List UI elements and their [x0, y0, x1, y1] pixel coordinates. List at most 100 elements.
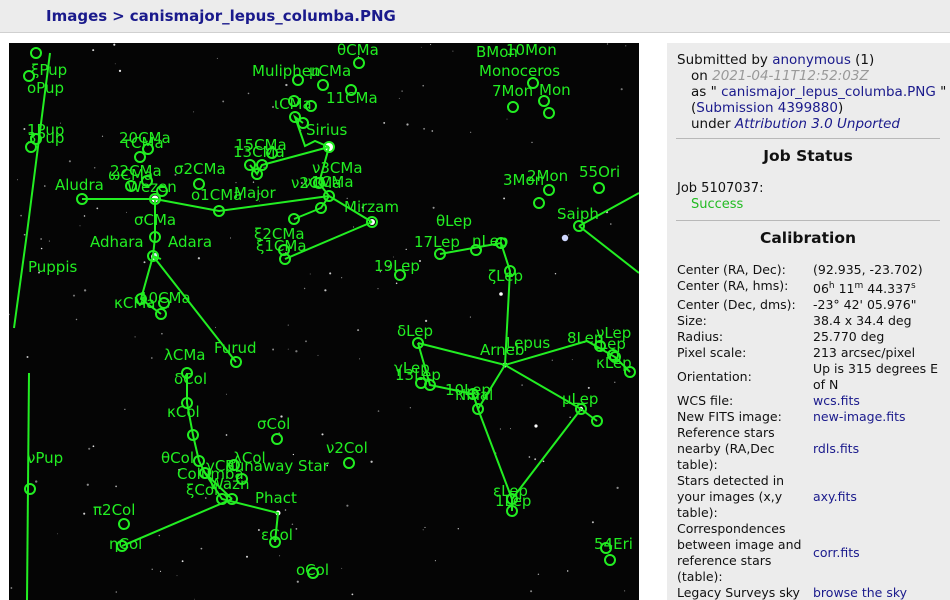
- submission-link[interactable]: Submission 4399880: [696, 100, 838, 116]
- star-label-o-pup: oPup: [27, 79, 64, 97]
- background-star: [158, 534, 161, 537]
- star-label-iota-lep: ιLep: [594, 335, 626, 353]
- background-star: [235, 182, 237, 184]
- on-label: on: [691, 68, 708, 84]
- star-label-sigma-col: σCol: [257, 415, 290, 433]
- background-star: [591, 521, 594, 524]
- breadcrumb-filename-link[interactable]: canismajor_lepus_columba.PNG: [130, 7, 396, 25]
- star-label-furud: Furud: [214, 339, 257, 357]
- file-quote-end: ": [940, 84, 947, 100]
- browse-sky-link[interactable]: browse the sky: [813, 585, 907, 600]
- background-star: [115, 591, 118, 593]
- table-row: WCS file: wcs.fits: [677, 393, 945, 409]
- new-fits-link[interactable]: new-image.fits: [813, 409, 906, 424]
- background-star: [246, 555, 248, 558]
- wcs-file-link[interactable]: wcs.fits: [813, 393, 860, 408]
- background-star: [606, 43, 609, 45]
- background-star: [510, 428, 511, 430]
- table-row: Correspondences between image and refere…: [677, 521, 945, 585]
- axy-link[interactable]: axy.fits: [813, 489, 857, 504]
- background-star: [521, 384, 523, 386]
- star-label-omicron-col: oCol: [296, 561, 329, 579]
- background-star: [287, 324, 289, 326]
- background-star: [92, 49, 95, 52]
- breadcrumb: Images > canismajor_lepus_columba.PNG: [46, 7, 396, 25]
- background-star: [551, 359, 553, 361]
- background-star: [143, 261, 146, 264]
- radius-value: 25.770 deg: [813, 329, 885, 345]
- rdls-link[interactable]: rdls.fits: [813, 441, 859, 456]
- top-bar: Images > canismajor_lepus_columba.PNG: [0, 0, 950, 33]
- background-star: [377, 410, 380, 412]
- background-star: [151, 568, 153, 570]
- background-star: [216, 57, 218, 59]
- star-label-saiph: Saiph: [557, 205, 599, 223]
- background-star: [571, 359, 573, 361]
- star-label-cma11: 11CMa: [326, 89, 378, 107]
- background-star: [257, 529, 260, 531]
- star-label-zeta-lep: ζLep: [488, 267, 523, 285]
- center-radec-value: (92.935, -23.702): [813, 262, 923, 277]
- submitter-link[interactable]: anonymous: [772, 52, 851, 68]
- star-label-monoceros: Monoceros: [479, 62, 560, 80]
- background-star: [531, 141, 533, 144]
- background-star: [176, 575, 178, 577]
- as-label: as ": [691, 84, 717, 100]
- background-star: [114, 63, 116, 65]
- license-link[interactable]: Attribution 3.0 Unported: [735, 116, 900, 132]
- star-label-adhara2: Adara: [168, 233, 212, 251]
- breadcrumb-images-link[interactable]: Images: [46, 7, 107, 25]
- background-star: [610, 223, 612, 225]
- background-star: [309, 273, 311, 275]
- background-star: [193, 111, 195, 113]
- new-fits-label: New FITS image:: [677, 409, 782, 425]
- corr-link[interactable]: corr.fits: [813, 545, 860, 560]
- background-star: [40, 238, 42, 240]
- background-star: [23, 128, 26, 130]
- background-star: [383, 121, 386, 124]
- pixel-scale-label: Pixel scale:: [677, 345, 747, 361]
- star-label-mon7: 7Mon: [492, 82, 533, 100]
- star-label-nihal: Nihal: [455, 386, 493, 404]
- bright-star: [499, 292, 503, 296]
- background-star: [554, 272, 557, 275]
- background-star: [534, 458, 537, 461]
- background-star: [222, 100, 225, 103]
- table-row: Pixel scale: 213 arcsec/pixel: [677, 345, 945, 361]
- star-label-omicron-cma: μCMa: [309, 62, 351, 80]
- background-star: [569, 416, 571, 418]
- background-star: [263, 166, 265, 169]
- star-label-iota-cma: ιCMa: [274, 95, 312, 113]
- table-row: Size: 38.4 x 34.4 deg: [677, 313, 945, 329]
- annotated-sky-image[interactable]: θCMa 10MonBMonMonocerosξPupoPupMuliphenμC…: [9, 43, 639, 600]
- submission-id-line: (Submission 4399880): [691, 100, 843, 116]
- table-row: Orientation: Up is 315 degrees E of N: [677, 361, 945, 393]
- detected-stars-label: Stars detected in your images (x,y table…: [677, 473, 785, 521]
- table-row: Stars detected in your images (x,y table…: [677, 473, 945, 521]
- orientation-label: Orientation:: [677, 369, 752, 385]
- star-label-pup2: 3Pup: [27, 129, 64, 147]
- background-star: [101, 135, 104, 137]
- star-label-nu2-col: ν2Col: [326, 439, 368, 457]
- background-star: [422, 84, 425, 87]
- background-star: [93, 166, 96, 169]
- divider: [676, 138, 940, 139]
- background-star: [537, 573, 540, 576]
- background-star: [197, 257, 201, 260]
- background-star: [215, 326, 216, 328]
- size-value: 38.4 x 34.4 deg: [813, 313, 912, 329]
- background-star: [230, 237, 232, 239]
- background-star: [620, 88, 623, 91]
- submitted-file-link[interactable]: canismajor_lepus_columba.PNG: [721, 84, 936, 100]
- submitter-count: (1): [855, 52, 875, 68]
- background-star: [17, 179, 18, 181]
- background-star: [568, 234, 570, 236]
- background-star: [57, 533, 59, 535]
- background-star: [272, 348, 275, 351]
- star-label-lambda-cma: λCMa: [164, 346, 205, 364]
- star-label-cma13: 13CMa: [233, 143, 285, 161]
- star-label-sigma2-cma: σCMa: [134, 211, 176, 229]
- star-label-mirzam: Mirzam: [344, 198, 399, 216]
- legacy-surveys-label: Legacy Surveys sky: [677, 585, 800, 600]
- background-star: [44, 185, 46, 187]
